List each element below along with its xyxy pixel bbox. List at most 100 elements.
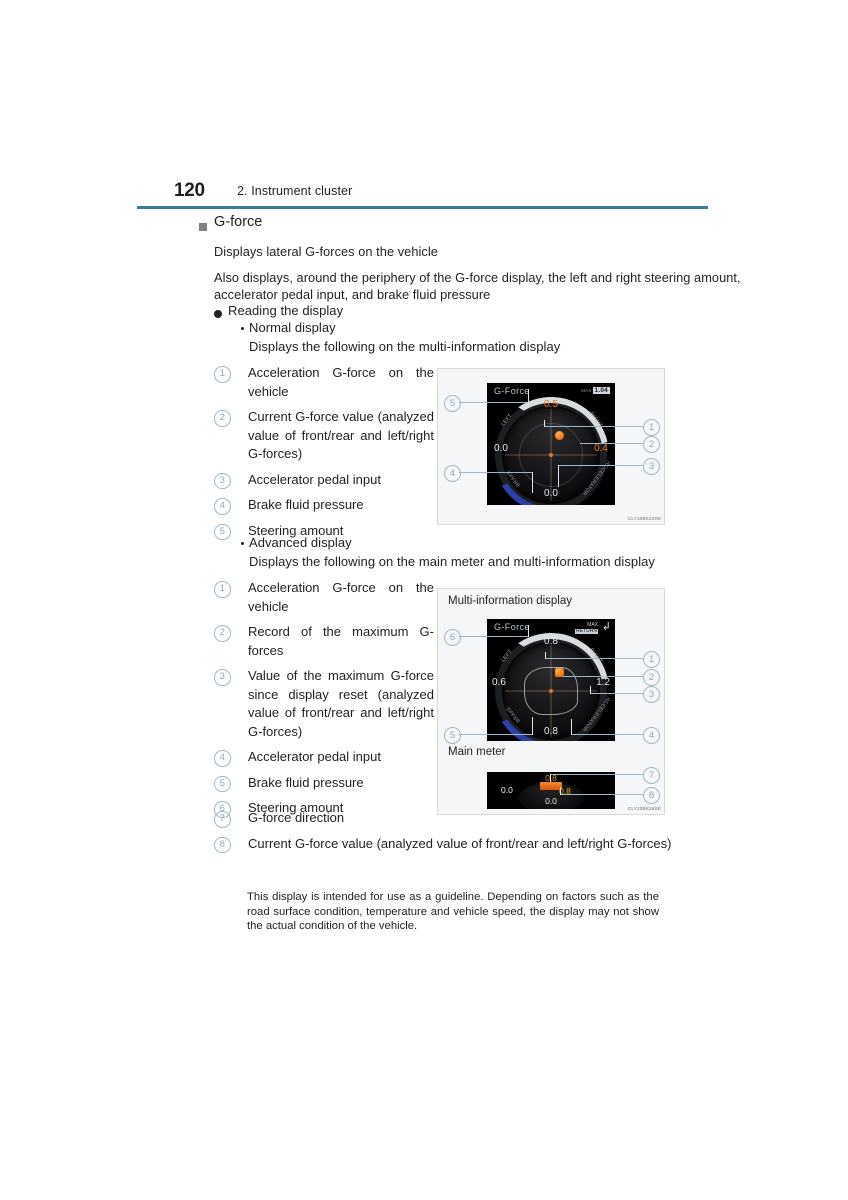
figure-callout-6: 6 [444, 629, 461, 646]
leader-line-3 [590, 693, 643, 694]
list-item-text: Accelerator pedal input [248, 749, 381, 764]
leader-line-7 [550, 774, 643, 775]
leader-line-2 [563, 676, 643, 677]
leader-line-5b [528, 389, 530, 403]
gforce-value-top: 0.5 [544, 399, 558, 410]
leader-line-1b [545, 652, 547, 659]
header-rule [137, 206, 708, 209]
advanced-display-label: Advanced display [249, 535, 352, 550]
center-origin-dot [549, 688, 553, 693]
figure-callout-8: 8 [643, 787, 660, 804]
list-item-text: Acceleration G-force on the vehicle [248, 365, 434, 399]
callout-circle-2: 2 [214, 625, 231, 642]
normal-display-label: Normal display [249, 320, 336, 335]
figure-callout-4: 4 [643, 727, 660, 744]
page-header: 120 2. Instrument cluster [137, 180, 708, 208]
gforce-indicator-dot [555, 430, 564, 440]
normal-display-list: 1 Acceleration G-force on the vehicle 2 … [214, 364, 434, 547]
figure-normal-display: G-Force MAX 1.04 LEFT RIGHT BRAKE ACCELER… [437, 368, 665, 525]
reading-display-bullet-icon [214, 310, 222, 318]
center-origin-dot [549, 452, 553, 457]
list-item: 1 Acceleration G-force on the vehicle [214, 364, 434, 401]
mode-badge: MAX RETURN [575, 622, 598, 634]
list-item-text: Brake fluid pressure [248, 497, 364, 512]
list-item: 2 Current G-force value (analyzed value … [214, 408, 434, 464]
callout-circle-5: 5 [214, 523, 231, 540]
leader-line-6b [528, 625, 530, 637]
callout-circle-5: 5 [214, 775, 231, 792]
advanced-display-subtitle: Displays the following on the main meter… [249, 554, 655, 569]
callout-circle-7: 7 [214, 811, 231, 828]
leader-line-4 [459, 472, 532, 473]
multi-information-display-label: Multi-information display [448, 595, 572, 607]
mode-value: RETURN [575, 627, 598, 634]
max-label: MAX [581, 388, 592, 393]
callout-circle-1: 1 [214, 581, 231, 598]
leader-line-5 [459, 734, 532, 735]
leader-line-4b [571, 719, 573, 735]
leader-line-5b [532, 717, 534, 735]
gforce-screen-advanced: G-Force MAX RETURN ↲ LEFT RIGHT BRAKE AC… [487, 619, 615, 741]
figure-advanced-display: Multi-information display Main meter G-F… [437, 588, 665, 815]
leader-line-4b [532, 472, 534, 493]
list-item: 3 Value of the maximum G-force since dis… [214, 667, 434, 741]
main-meter-value-bottom: 0.0 [545, 796, 557, 806]
figure-code: CLY20BK22RE [627, 516, 661, 522]
list-item: 1 Acceleration G-force on the vehicle [214, 579, 434, 616]
advanced-display-dot-icon [241, 542, 244, 545]
figure-callout-7: 7 [643, 767, 660, 784]
figure-callout-3: 3 [643, 458, 660, 475]
leader-line-3b [590, 686, 592, 694]
chapter-title: 2. Instrument cluster [237, 184, 353, 198]
gforce-value-top: 0.8 [544, 636, 558, 647]
guideline-note: This display is intended for use as a gu… [247, 891, 659, 933]
callout-circle-1: 1 [214, 366, 231, 383]
max-value: 1.04 [592, 387, 610, 394]
figure-code: CLY20BK29SE [627, 806, 661, 812]
leader-line-7b [550, 774, 552, 782]
gforce-value-left: 0.6 [492, 677, 506, 688]
leader-line-8 [560, 794, 643, 795]
leader-line-8b [560, 787, 562, 795]
gforce-value-bottom: 0.0 [544, 488, 558, 499]
figure-callout-2: 2 [643, 669, 660, 686]
gforce-value-left: 0.0 [494, 443, 508, 454]
callout-circle-4: 4 [214, 498, 231, 515]
callout-circle-2: 2 [214, 410, 231, 427]
list-item: 3 Accelerator pedal input [214, 471, 434, 489]
list-item-text: Accelerator pedal input [248, 471, 381, 487]
intro-paragraph-2: Also displays, around the periphery of t… [214, 270, 741, 302]
callout-circle-4: 4 [214, 750, 231, 767]
normal-display-dot-icon [241, 327, 244, 330]
list-item-text: Value of the maximum G-force since displ… [248, 668, 434, 739]
figure-callout-1: 1 [643, 651, 660, 668]
leader-line-6 [459, 636, 528, 637]
leader-line-2 [580, 443, 643, 444]
leader-line-1b [544, 420, 546, 427]
figure-callout-2: 2 [643, 436, 660, 453]
leader-line-5 [459, 402, 528, 403]
advanced-display-wide-list: 7 G-force direction 8 Current G-force va… [214, 809, 714, 860]
list-item-text: Current G-force value (analyzed value of… [248, 835, 672, 851]
figure-callout-1: 1 [643, 419, 660, 436]
callout-circle-3: 3 [214, 472, 231, 489]
leader-line-3b [558, 465, 560, 487]
list-item: 4 Accelerator pedal input [214, 748, 434, 767]
callout-circle-8: 8 [214, 836, 231, 853]
callout-circle-3: 3 [214, 669, 231, 686]
leader-line-4 [571, 734, 643, 735]
list-item-text: Brake fluid pressure [248, 774, 364, 790]
list-item: 5 Brake fluid pressure [214, 774, 434, 792]
section-bullet-icon [199, 223, 207, 231]
main-meter-label: Main meter [448, 746, 506, 758]
return-arrow-icon[interactable]: ↲ [602, 622, 611, 633]
screen-title: G-Force [494, 386, 530, 396]
intro-paragraph-1: Displays lateral G-forces on the vehicle [214, 244, 438, 259]
list-item: 4 Brake fluid pressure [214, 496, 434, 515]
gforce-value-bottom: 0.8 [544, 726, 558, 737]
leader-line-1 [545, 658, 643, 659]
max-badge: MAX 1.04 [581, 387, 610, 394]
section-heading: G-force [214, 214, 263, 230]
list-item: 8 Current G-force value (analyzed value … [214, 835, 714, 853]
list-item-text: Acceleration G-force on the vehicle [248, 580, 434, 614]
